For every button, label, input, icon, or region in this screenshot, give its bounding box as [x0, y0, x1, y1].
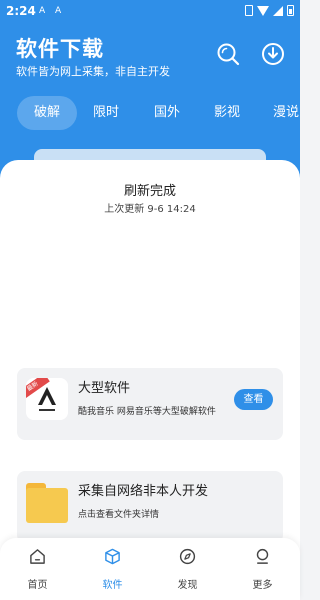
user-icon [256, 548, 269, 564]
nav-discover[interactable]: 发现 [150, 538, 225, 600]
status-bar: 2:24 A A [0, 0, 300, 24]
card-title: 大型软件 [78, 381, 131, 396]
software-card[interactable]: 最新 大型软件 酷我音乐 网易音乐等大型破解软件 查看 [17, 368, 283, 440]
tab-video[interactable]: 影视 [205, 96, 249, 130]
download-icon[interactable] [261, 42, 285, 66]
tab-comics[interactable]: 漫说 [264, 96, 308, 130]
bottom-navigation: 首页 软件 发现 更多 [0, 538, 300, 600]
card-description: 点击查看文件夹详情 [78, 510, 160, 520]
nav-label: 首页 [27, 580, 48, 591]
vibrate-icon [245, 5, 253, 16]
folder-icon [26, 483, 68, 523]
search-icon[interactable] [216, 42, 240, 66]
card-description: 酷我音乐 网易音乐等大型破解软件 [78, 407, 216, 417]
tab-foreign[interactable]: 国外 [145, 96, 189, 130]
app-logo: 最新 [26, 378, 68, 420]
view-button[interactable]: 查看 [234, 389, 273, 410]
nav-label: 更多 [252, 580, 273, 591]
wifi-icon [257, 5, 269, 16]
signal-icon [273, 5, 283, 16]
card-title: 采集自网络非本人开发 [78, 484, 209, 499]
category-tabs: 破解 限时 国外 影视 漫说 [0, 96, 300, 130]
status-time: 2:24 [6, 4, 36, 18]
cube-icon [105, 548, 120, 565]
nav-more[interactable]: 更多 [225, 538, 300, 600]
compass-icon [179, 548, 196, 565]
folder-card[interactable]: 采集自网络非本人开发 点击查看文件夹详情 [17, 471, 283, 543]
page-subtitle: 软件皆为网上采集，非自主开发 [16, 65, 170, 78]
status-icons [245, 5, 294, 16]
notification-icon: A [39, 6, 46, 16]
last-updated: 上次更新 9-6 14:24 [104, 204, 196, 215]
nav-software[interactable]: 软件 [75, 538, 150, 600]
refresh-status: 刷新完成 [123, 184, 176, 199]
notification-icon: A [55, 6, 62, 16]
tab-crack[interactable]: 破解 [17, 96, 77, 130]
nav-label: 软件 [102, 580, 123, 591]
tab-limited[interactable]: 限时 [84, 96, 128, 130]
page-title: 软件下载 [16, 37, 104, 61]
home-icon [30, 549, 45, 564]
nav-label: 发现 [177, 580, 198, 591]
nav-home[interactable]: 首页 [0, 538, 75, 600]
battery-icon [287, 5, 294, 16]
